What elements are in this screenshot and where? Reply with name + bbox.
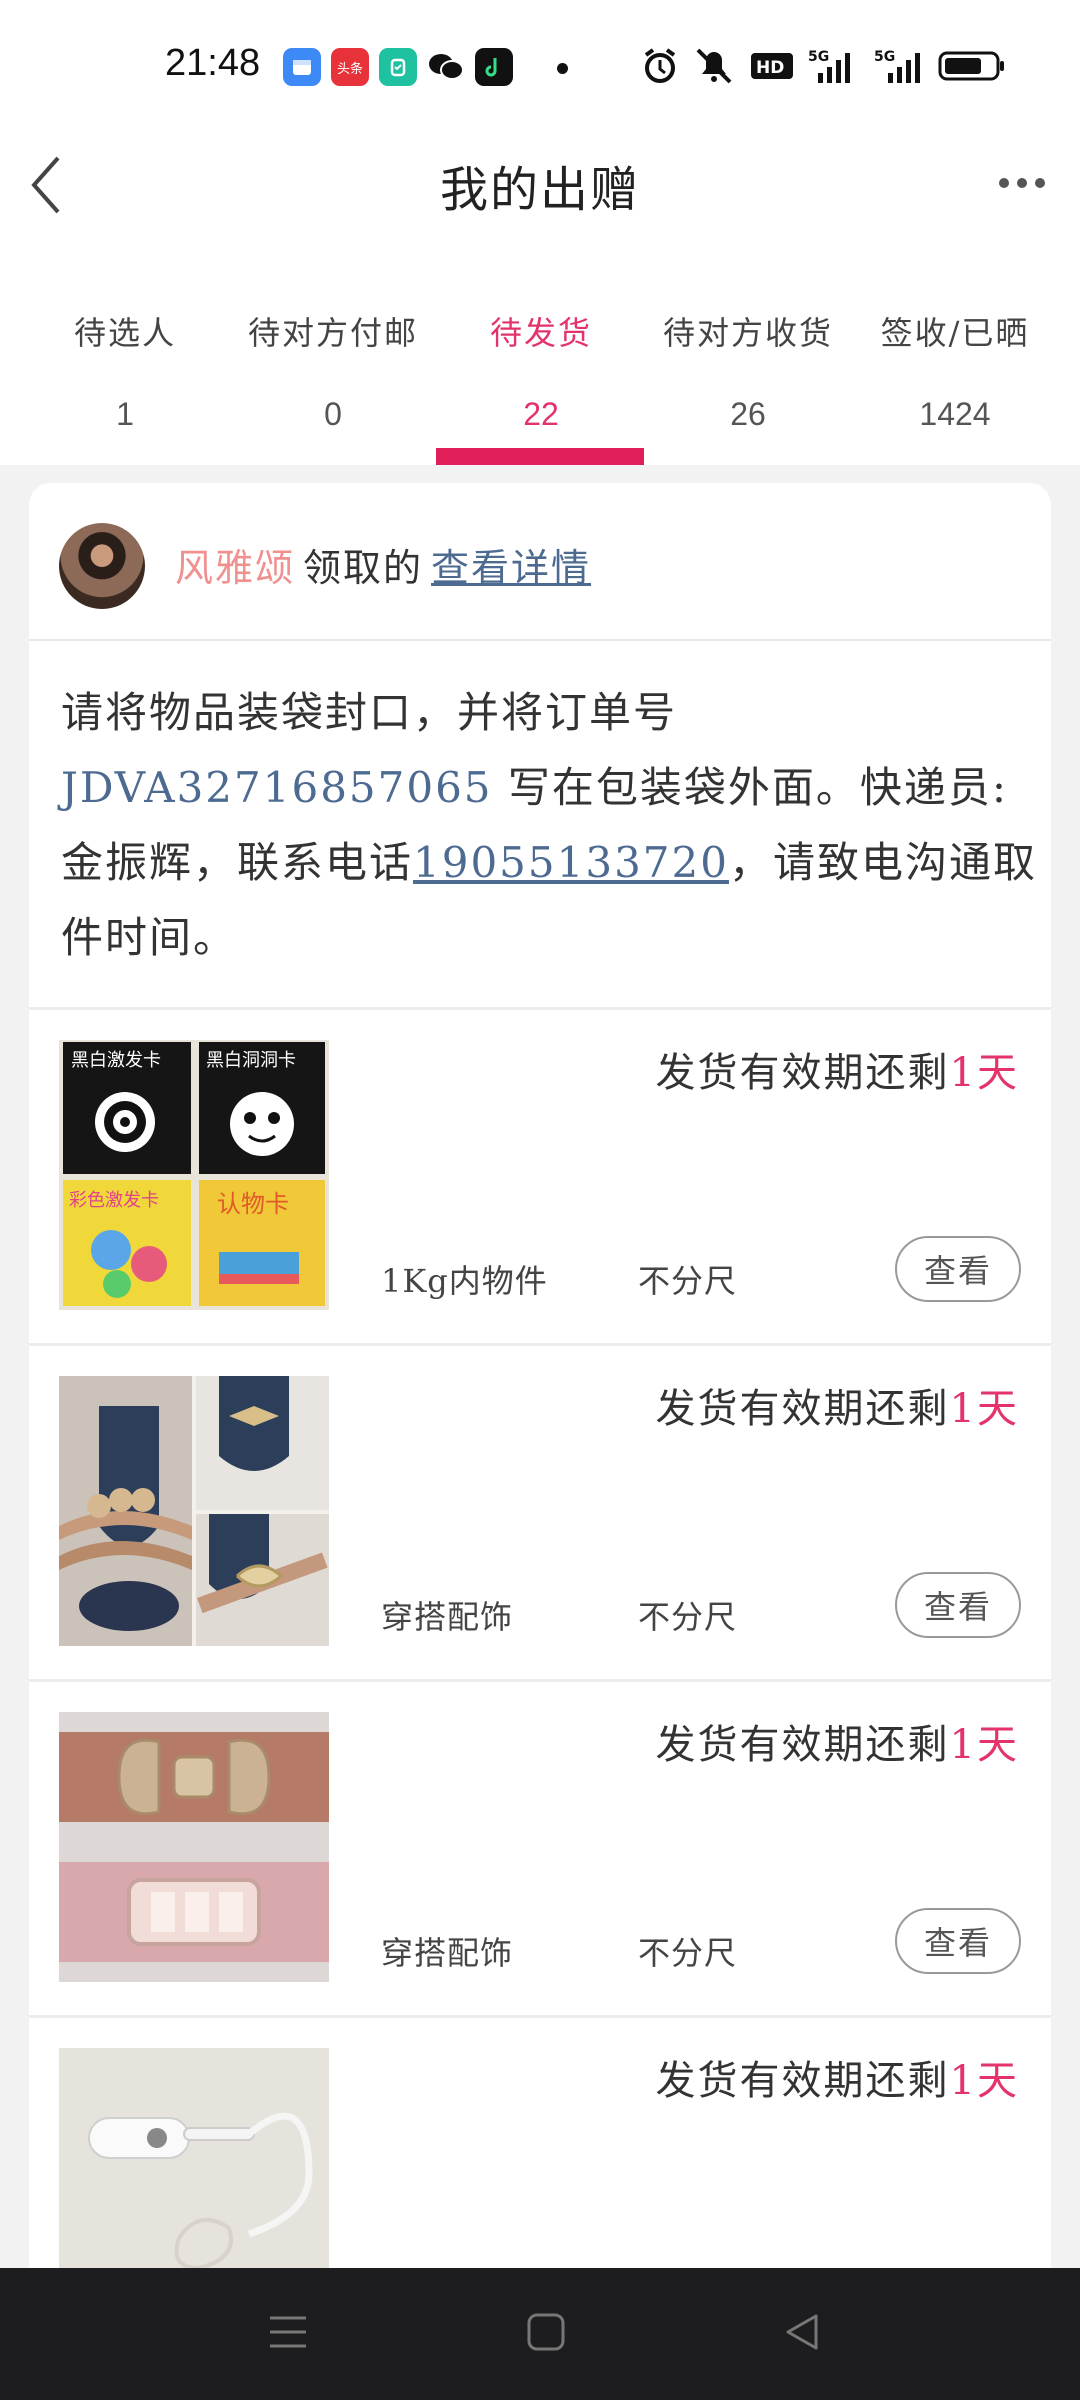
system-icons: HD 5G 5G bbox=[642, 46, 1006, 86]
tab-signed-shared[interactable]: 签收/已晒 1424 bbox=[850, 308, 1060, 433]
avatar[interactable] bbox=[59, 523, 145, 609]
shipping-deadline: 发货有效期还剩1天 bbox=[656, 1712, 1019, 1770]
list-item[interactable]: 发货有效期还剩1天 穿搭配饰 不分尺 查看 bbox=[29, 1682, 1051, 2018]
more-dot-icon bbox=[1035, 178, 1045, 188]
more-dot-icon bbox=[999, 178, 1009, 188]
baby-flash-cards-photo: 黑白激发卡 黑白洞洞卡 彩色激发卡 认物卡 bbox=[59, 1040, 329, 1310]
menu-icon bbox=[270, 2316, 306, 2348]
item-category: 1Kg内物件 bbox=[381, 1262, 548, 1300]
claimer-name[interactable]: 风雅颂 bbox=[175, 546, 295, 590]
signal-5g-icon: 5G bbox=[808, 49, 850, 83]
list-item[interactable]: 发货有效期还剩1天 穿搭配饰 不分尺 查看 bbox=[29, 1346, 1051, 1682]
toutiao-icon: 头条 bbox=[331, 48, 369, 86]
tab-label: 待发货 bbox=[489, 314, 592, 352]
deadline-days: 1天 bbox=[949, 2058, 1019, 2104]
tab-label: 签收/已晒 bbox=[880, 314, 1030, 352]
more-notifications-dot bbox=[557, 63, 568, 74]
deadline-prefix: 发货有效期还剩 bbox=[655, 1386, 950, 1432]
deadline-prefix: 发货有效期还剩 bbox=[655, 2058, 950, 2104]
home-button[interactable] bbox=[526, 2312, 566, 2356]
item-photo[interactable]: 黑白激发卡 黑白洞洞卡 彩色激发卡 认物卡 bbox=[59, 1040, 329, 1310]
calendar-app-icon bbox=[283, 48, 321, 86]
item-size: 不分尺 bbox=[638, 1934, 738, 1972]
card-text-2: 黑白洞洞卡 bbox=[206, 1050, 296, 1071]
tab-count: 22 bbox=[523, 396, 559, 432]
back-triangle-icon bbox=[786, 2314, 818, 2350]
page-title: 我的出赠 bbox=[439, 162, 640, 218]
tab-pending-shipment[interactable]: 待发货 22 bbox=[436, 308, 646, 433]
status-bar: 21:48 头条 HD 5G 5G bbox=[0, 0, 1080, 130]
order-number: JDVA32716857065 bbox=[61, 763, 493, 812]
order-card: 风雅颂 领取的 查看详情 请将物品装袋封口，并将订单号 JDVA3271685706… bbox=[29, 483, 1051, 2400]
system-nav-bar bbox=[0, 2268, 1080, 2400]
deadline-prefix: 发货有效期还剩 bbox=[655, 1050, 950, 1096]
tab-pending-postage[interactable]: 待对方付邮 0 bbox=[228, 308, 438, 433]
toutiao-label: 头条 bbox=[336, 60, 363, 76]
shipping-instructions: 请将物品装袋封口，并将订单号 JDVA32716857065 写在包装袋外面。快… bbox=[61, 675, 1041, 962]
tab-label: 待选人 bbox=[73, 314, 176, 352]
belt-collage-photo bbox=[59, 1376, 329, 1646]
item-size: 不分尺 bbox=[638, 1598, 738, 1636]
mute-icon bbox=[696, 48, 732, 84]
deadline-days: 1天 bbox=[949, 1386, 1019, 1432]
home-icon bbox=[527, 2313, 565, 2351]
view-button[interactable]: 查看 bbox=[895, 1908, 1021, 1974]
svg-text:5G: 5G bbox=[808, 49, 829, 65]
wechat-icon bbox=[427, 48, 465, 86]
item-photo[interactable] bbox=[59, 1712, 329, 1982]
tab-label: 待对方收货 bbox=[662, 314, 833, 352]
tab-pending-selection[interactable]: 待选人 1 bbox=[20, 308, 230, 433]
deadline-prefix: 发货有效期还剩 bbox=[655, 1722, 950, 1768]
menu-button[interactable] bbox=[268, 2312, 308, 2356]
shipping-deadline: 发货有效期还剩1天 bbox=[656, 1376, 1019, 1434]
tab-count: 0 bbox=[324, 396, 342, 432]
item-category: 穿搭配饰 bbox=[381, 1934, 514, 1972]
claimer-row: 风雅颂 领取的 查看详情 bbox=[29, 483, 1051, 641]
notification-icons: 头条 bbox=[283, 48, 513, 86]
more-dot-icon bbox=[1017, 178, 1027, 188]
shipping-deadline: 发货有效期还剩1天 bbox=[656, 1040, 1019, 1098]
douyin-icon bbox=[475, 48, 513, 86]
bow-belt-photo bbox=[59, 1712, 329, 1982]
claimer-line: 风雅颂 领取的 查看详情 bbox=[175, 537, 591, 592]
hd-icon: HD bbox=[751, 53, 793, 79]
shipping-deadline: 发货有效期还剩1天 bbox=[656, 2048, 1019, 2106]
more-options-button[interactable] bbox=[992, 168, 1052, 198]
tab-count: 1 bbox=[116, 396, 134, 432]
tab-count: 1424 bbox=[919, 396, 991, 432]
mi-home-icon bbox=[379, 48, 417, 86]
view-details-link[interactable]: 查看详情 bbox=[431, 546, 591, 590]
card-text-4: 认物卡 bbox=[217, 1190, 289, 1218]
tab-pending-receipt[interactable]: 待对方收货 26 bbox=[643, 308, 853, 433]
courier-phone-link[interactable]: 19055133720 bbox=[413, 838, 729, 887]
view-button[interactable]: 查看 bbox=[895, 1236, 1021, 1302]
battery-icon bbox=[938, 51, 1004, 81]
item-category: 穿搭配饰 bbox=[381, 1598, 514, 1636]
tab-label: 待对方付邮 bbox=[247, 314, 418, 352]
active-tab-indicator bbox=[436, 448, 644, 465]
deadline-days: 1天 bbox=[949, 1050, 1019, 1096]
status-time: 21:48 bbox=[165, 42, 261, 84]
tab-count: 26 bbox=[730, 396, 766, 432]
svg-text:HD: HD bbox=[756, 58, 784, 78]
claimer-text: 领取的 bbox=[303, 546, 424, 590]
card-text-3: 彩色激发卡 bbox=[69, 1190, 159, 1211]
item-size: 不分尺 bbox=[638, 1262, 738, 1300]
view-button[interactable]: 查看 bbox=[895, 1572, 1021, 1638]
item-photo[interactable] bbox=[59, 1376, 329, 1646]
nav-back-button[interactable] bbox=[782, 2312, 822, 2356]
signal-5g-icon-2: 5G bbox=[874, 49, 920, 83]
deadline-days: 1天 bbox=[949, 1722, 1019, 1768]
card-text-1: 黑白激发卡 bbox=[71, 1050, 161, 1071]
svg-text:5G: 5G bbox=[874, 49, 895, 65]
instructions-text-1: 请将物品装袋封口，并将订单号 bbox=[61, 688, 678, 737]
alarm-icon bbox=[644, 48, 676, 83]
list-item[interactable]: 黑白激发卡 黑白洞洞卡 彩色激发卡 认物卡 发货有效期还剩1天 1Kg内物件 不… bbox=[29, 1010, 1051, 1346]
status-tabs: 待选人 1 待对方付邮 0 待发货 22 待对方收货 26 签收/已晒 1424 bbox=[0, 280, 1080, 465]
